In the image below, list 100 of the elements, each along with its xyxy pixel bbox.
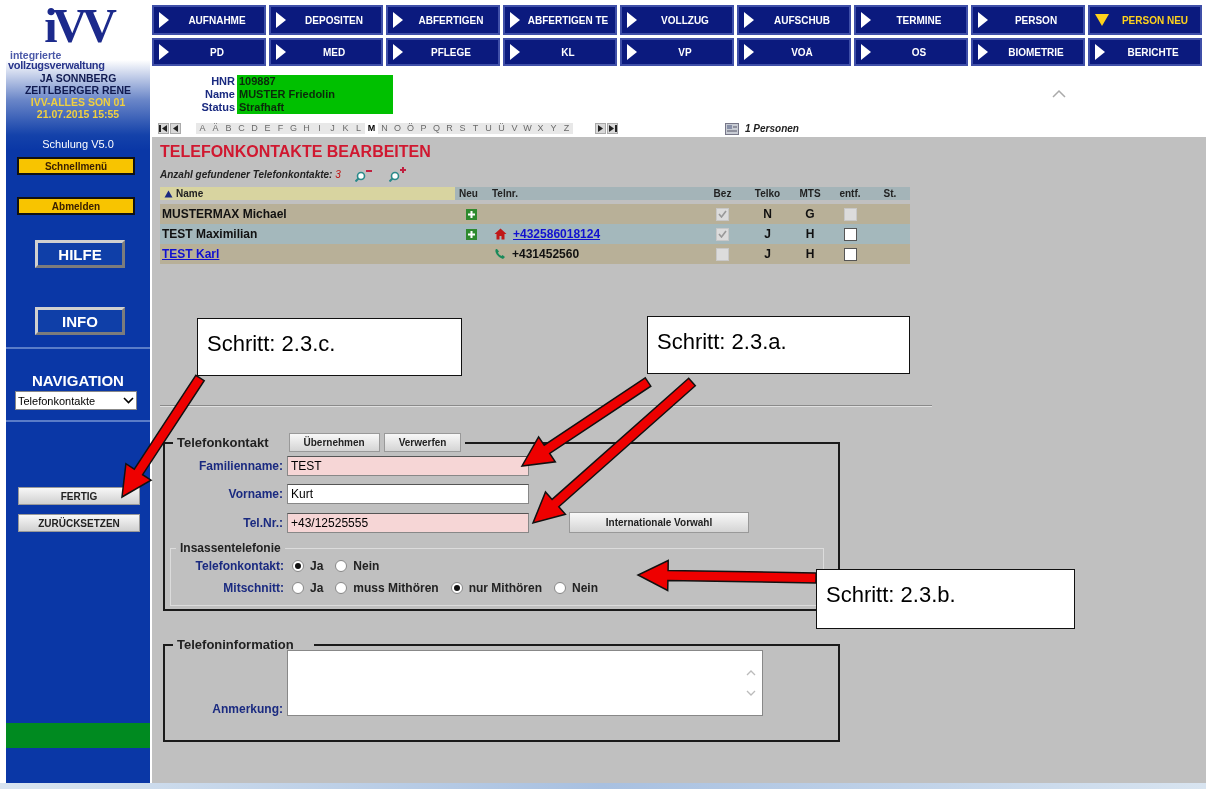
letter-link[interactable]: U [482, 123, 495, 134]
field-label: Telefonkontakt: [194, 559, 284, 573]
checkbox[interactable] [843, 227, 857, 241]
arrow-right-icon [743, 43, 755, 61]
field-label: Anmerkung: [211, 702, 283, 716]
text-field[interactable]: Kurt [287, 484, 529, 504]
menu-button[interactable]: TERMINE [854, 5, 968, 35]
name-link[interactable]: TEST Karl [160, 247, 455, 261]
menu-button[interactable]: PERSON NEU [1088, 5, 1202, 35]
table-cell-text: H [804, 227, 816, 241]
letter-link[interactable]: R [443, 123, 456, 134]
letter-link[interactable]: Z [560, 123, 573, 134]
action-button[interactable]: FERTIG [18, 487, 140, 505]
menu-button[interactable]: KL [503, 38, 617, 66]
arrow-right-icon [275, 11, 287, 29]
add-icon[interactable] [466, 228, 477, 240]
sidebar-button[interactable]: INFO [35, 307, 125, 335]
zoom-in-icon[interactable] [388, 166, 407, 182]
radio-option[interactable]: Nein [554, 581, 599, 595]
column-header[interactable]: Name [160, 187, 455, 200]
letter-link[interactable]: P [417, 123, 430, 134]
action-button[interactable]: ZURÜCKSETZEN [18, 514, 140, 532]
next-page-icon[interactable] [595, 123, 606, 134]
house-icon [494, 228, 507, 240]
arrow-right-icon [860, 43, 872, 61]
form-button[interactable]: Verwerfen [383, 433, 462, 452]
menu-button[interactable]: PFLEGE [386, 38, 500, 66]
arrow-right-icon [626, 11, 638, 29]
arrow-right-icon [158, 11, 170, 29]
letter-link[interactable]: Q [430, 123, 443, 134]
letter-link[interactable]: F [274, 123, 287, 134]
letter-link[interactable]: C [235, 123, 248, 134]
arrow-right-icon [860, 11, 872, 29]
letter-link[interactable]: K [339, 123, 352, 134]
menu-button[interactable]: ABFERTIGEN TE [503, 5, 617, 35]
menu-button[interactable]: AUFNAHME [152, 5, 266, 35]
menu-button[interactable]: MED [269, 38, 383, 66]
chevron-down-icon[interactable] [123, 397, 134, 404]
previous-page-icon[interactable] [170, 123, 181, 134]
field-label: Mitschnitt: [222, 581, 284, 595]
letter-link[interactable]: Ü [495, 123, 508, 134]
menu-button[interactable]: AUFSCHUB [737, 5, 851, 35]
letter-link[interactable]: V [508, 123, 521, 134]
letter-link[interactable]: T [469, 123, 482, 134]
letter-link[interactable]: W [521, 123, 534, 134]
letter-link[interactable]: M [365, 123, 378, 134]
form-button[interactable]: Übernehmen [288, 433, 380, 452]
menu-button[interactable]: VOLLZUG [620, 5, 734, 35]
radio-option[interactable]: Ja [292, 559, 324, 573]
menu-button[interactable]: PD [152, 38, 266, 66]
checkbox[interactable] [843, 247, 857, 261]
menu-button[interactable]: BIOMETRIE [971, 38, 1085, 66]
radio-option[interactable]: Ja [292, 581, 324, 595]
menu-button[interactable]: BERICHTE [1088, 38, 1202, 66]
letter-link[interactable]: N [378, 123, 391, 134]
field-label: Familienname: [197, 459, 283, 473]
radio-option[interactable]: nur Mithören [450, 581, 543, 595]
letter-link[interactable]: E [261, 123, 274, 134]
column-header[interactable]: Telnr. [488, 187, 700, 200]
menu-button[interactable]: VP [620, 38, 734, 66]
letter-link[interactable]: A [196, 123, 209, 134]
radio-option[interactable]: muss Mithören [335, 581, 439, 595]
menu-button[interactable]: OS [854, 38, 968, 66]
first-page-icon[interactable] [158, 123, 169, 134]
sidebar-button[interactable]: HILFE [35, 240, 125, 268]
letter-link[interactable]: O [391, 123, 404, 134]
menu-button[interactable]: PERSON [971, 5, 1085, 35]
letter-link[interactable]: J [326, 123, 339, 134]
column-header[interactable]: MTS [790, 187, 830, 200]
comment-field[interactable] [287, 650, 763, 716]
add-icon[interactable] [466, 208, 477, 220]
phone-link[interactable]: +432586018124 [513, 227, 601, 241]
letter-link[interactable]: L [352, 123, 365, 134]
arrow-right-icon [743, 11, 755, 29]
sidebar-button[interactable]: Abmelden [17, 197, 135, 215]
letter-link[interactable]: Ä [209, 123, 222, 134]
dialing-code-button[interactable]: Internationale Vorwahl [569, 512, 749, 533]
column-header[interactable]: entf. [830, 187, 870, 200]
column-header[interactable]: Bez [700, 187, 745, 200]
text-field[interactable]: TEST [287, 456, 529, 476]
column-header[interactable]: Telko [745, 187, 790, 200]
sidebar-button[interactable]: Schnellmenü [17, 157, 135, 175]
navigation-select[interactable]: Telefonkontakte [15, 391, 137, 410]
letter-link[interactable]: Y [547, 123, 560, 134]
text-field[interactable]: +43/12525555 [287, 512, 529, 533]
menu-button[interactable]: DEPOSITEN [269, 5, 383, 35]
column-header[interactable]: Neu [455, 187, 488, 200]
last-page-icon[interactable] [607, 123, 618, 134]
letter-link[interactable]: D [248, 123, 261, 134]
letter-link[interactable]: G [287, 123, 300, 134]
menu-button[interactable]: ABFERTIGEN [386, 5, 500, 35]
letter-link[interactable]: I [313, 123, 326, 134]
letter-link[interactable]: H [300, 123, 313, 134]
radio-option[interactable]: Nein [335, 559, 380, 573]
letter-link[interactable]: X [534, 123, 547, 134]
column-header[interactable]: St. [870, 187, 910, 200]
letter-link[interactable]: S [456, 123, 469, 134]
letter-link[interactable]: B [222, 123, 235, 134]
letter-link[interactable]: Ö [404, 123, 417, 134]
menu-button[interactable]: VOÄ [737, 38, 851, 66]
